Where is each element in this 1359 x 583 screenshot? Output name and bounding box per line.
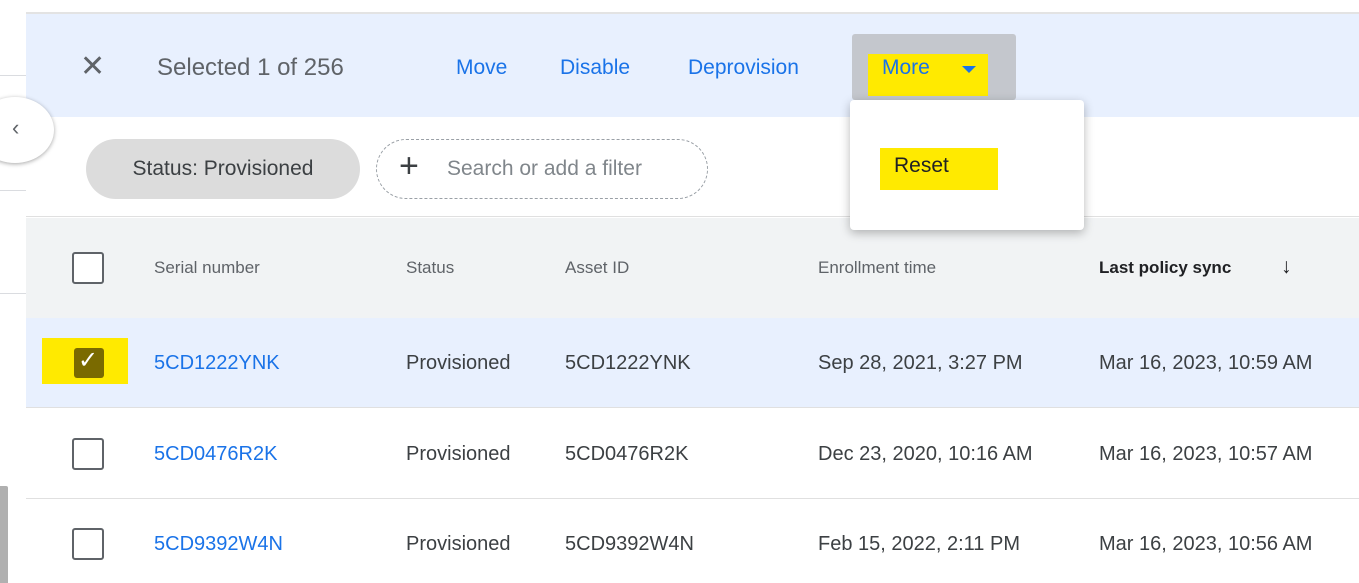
status-filter-chip[interactable]: Status: Provisioned	[86, 139, 360, 199]
menu-item-label: Reset	[894, 154, 949, 177]
close-icon[interactable]: ✕	[80, 52, 105, 82]
select-all-checkbox[interactable]	[72, 252, 104, 284]
selection-action-bar: ✕ Selected 1 of 256 Move Disable Deprovi…	[26, 12, 1359, 117]
move-button[interactable]: Move	[456, 56, 507, 80]
table-header: Serial number Status Asset ID Enrollment…	[26, 218, 1359, 318]
row-checkbox-checked[interactable]: ✓	[74, 347, 104, 378]
asset-id-cell: 5CD9392W4N	[565, 533, 694, 555]
row-checkbox[interactable]	[72, 528, 104, 560]
enrollment-time-cell: Dec 23, 2020, 10:16 AM	[818, 443, 1033, 465]
table-row[interactable]: ✓ 5CD1222YNK Provisioned 5CD1222YNK Sep …	[26, 318, 1359, 408]
more-label: More	[882, 56, 930, 79]
more-menu: Reset	[850, 100, 1084, 230]
last-sync-cell: Mar 16, 2023, 10:57 AM	[1099, 443, 1313, 465]
more-button[interactable]: More	[852, 34, 1016, 100]
plus-icon: +	[399, 147, 419, 185]
search-placeholder: Search or add a filter	[447, 157, 642, 180]
enrollment-time-cell: Feb 15, 2022, 2:11 PM	[818, 533, 1020, 555]
disable-button[interactable]: Disable	[560, 56, 630, 80]
table-row[interactable]: 5CD9392W4N Provisioned 5CD9392W4N Feb 15…	[26, 499, 1359, 583]
rail-scrollbar[interactable]	[0, 486, 8, 583]
header-enrollment-time[interactable]: Enrollment time	[818, 258, 936, 278]
arrow-down-icon[interactable]: ↓	[1281, 255, 1292, 279]
rail-divider	[0, 190, 26, 191]
header-asset-id[interactable]: Asset ID	[565, 258, 629, 278]
last-sync-cell: Mar 16, 2023, 10:56 AM	[1099, 533, 1313, 555]
search-filter-input[interactable]: + Search or add a filter	[376, 139, 708, 199]
selection-count: Selected 1 of 256	[157, 54, 344, 81]
enrollment-time-cell: Sep 28, 2021, 3:27 PM	[818, 352, 1023, 374]
device-list-screen: ‹ ✕ Selected 1 of 256 Move Disable Depro…	[0, 0, 1359, 583]
filter-bar: Status: Provisioned + Search or add a fi…	[26, 117, 1359, 217]
status-cell: Provisioned	[406, 352, 511, 374]
menu-item-reset[interactable]: Reset	[880, 148, 998, 190]
asset-id-cell: 5CD1222YNK	[565, 352, 691, 374]
last-sync-cell: Mar 16, 2023, 10:59 AM	[1099, 352, 1313, 374]
asset-id-cell: 5CD0476R2K	[565, 443, 689, 465]
checkmark-icon: ✓	[78, 347, 99, 374]
deprovision-button[interactable]: Deprovision	[688, 56, 799, 80]
serial-number-link[interactable]: 5CD9392W4N	[154, 533, 283, 556]
header-serial-number[interactable]: Serial number	[154, 258, 260, 278]
serial-number-link[interactable]: 5CD0476R2K	[154, 443, 277, 466]
table-row[interactable]: 5CD0476R2K Provisioned 5CD0476R2K Dec 23…	[26, 409, 1359, 499]
status-cell: Provisioned	[406, 443, 511, 465]
rail-divider	[0, 293, 26, 294]
row-checkbox[interactable]	[72, 438, 104, 470]
rail-divider	[0, 75, 26, 76]
main-panel: ✕ Selected 1 of 256 Move Disable Deprovi…	[26, 12, 1359, 583]
chevron-left-icon: ‹	[12, 115, 20, 140]
serial-number-link[interactable]: 5CD1222YNK	[154, 352, 280, 375]
caret-down-icon	[962, 66, 976, 73]
header-last-policy-sync[interactable]: Last policy sync	[1099, 258, 1231, 278]
status-cell: Provisioned	[406, 533, 511, 555]
header-status[interactable]: Status	[406, 258, 454, 278]
